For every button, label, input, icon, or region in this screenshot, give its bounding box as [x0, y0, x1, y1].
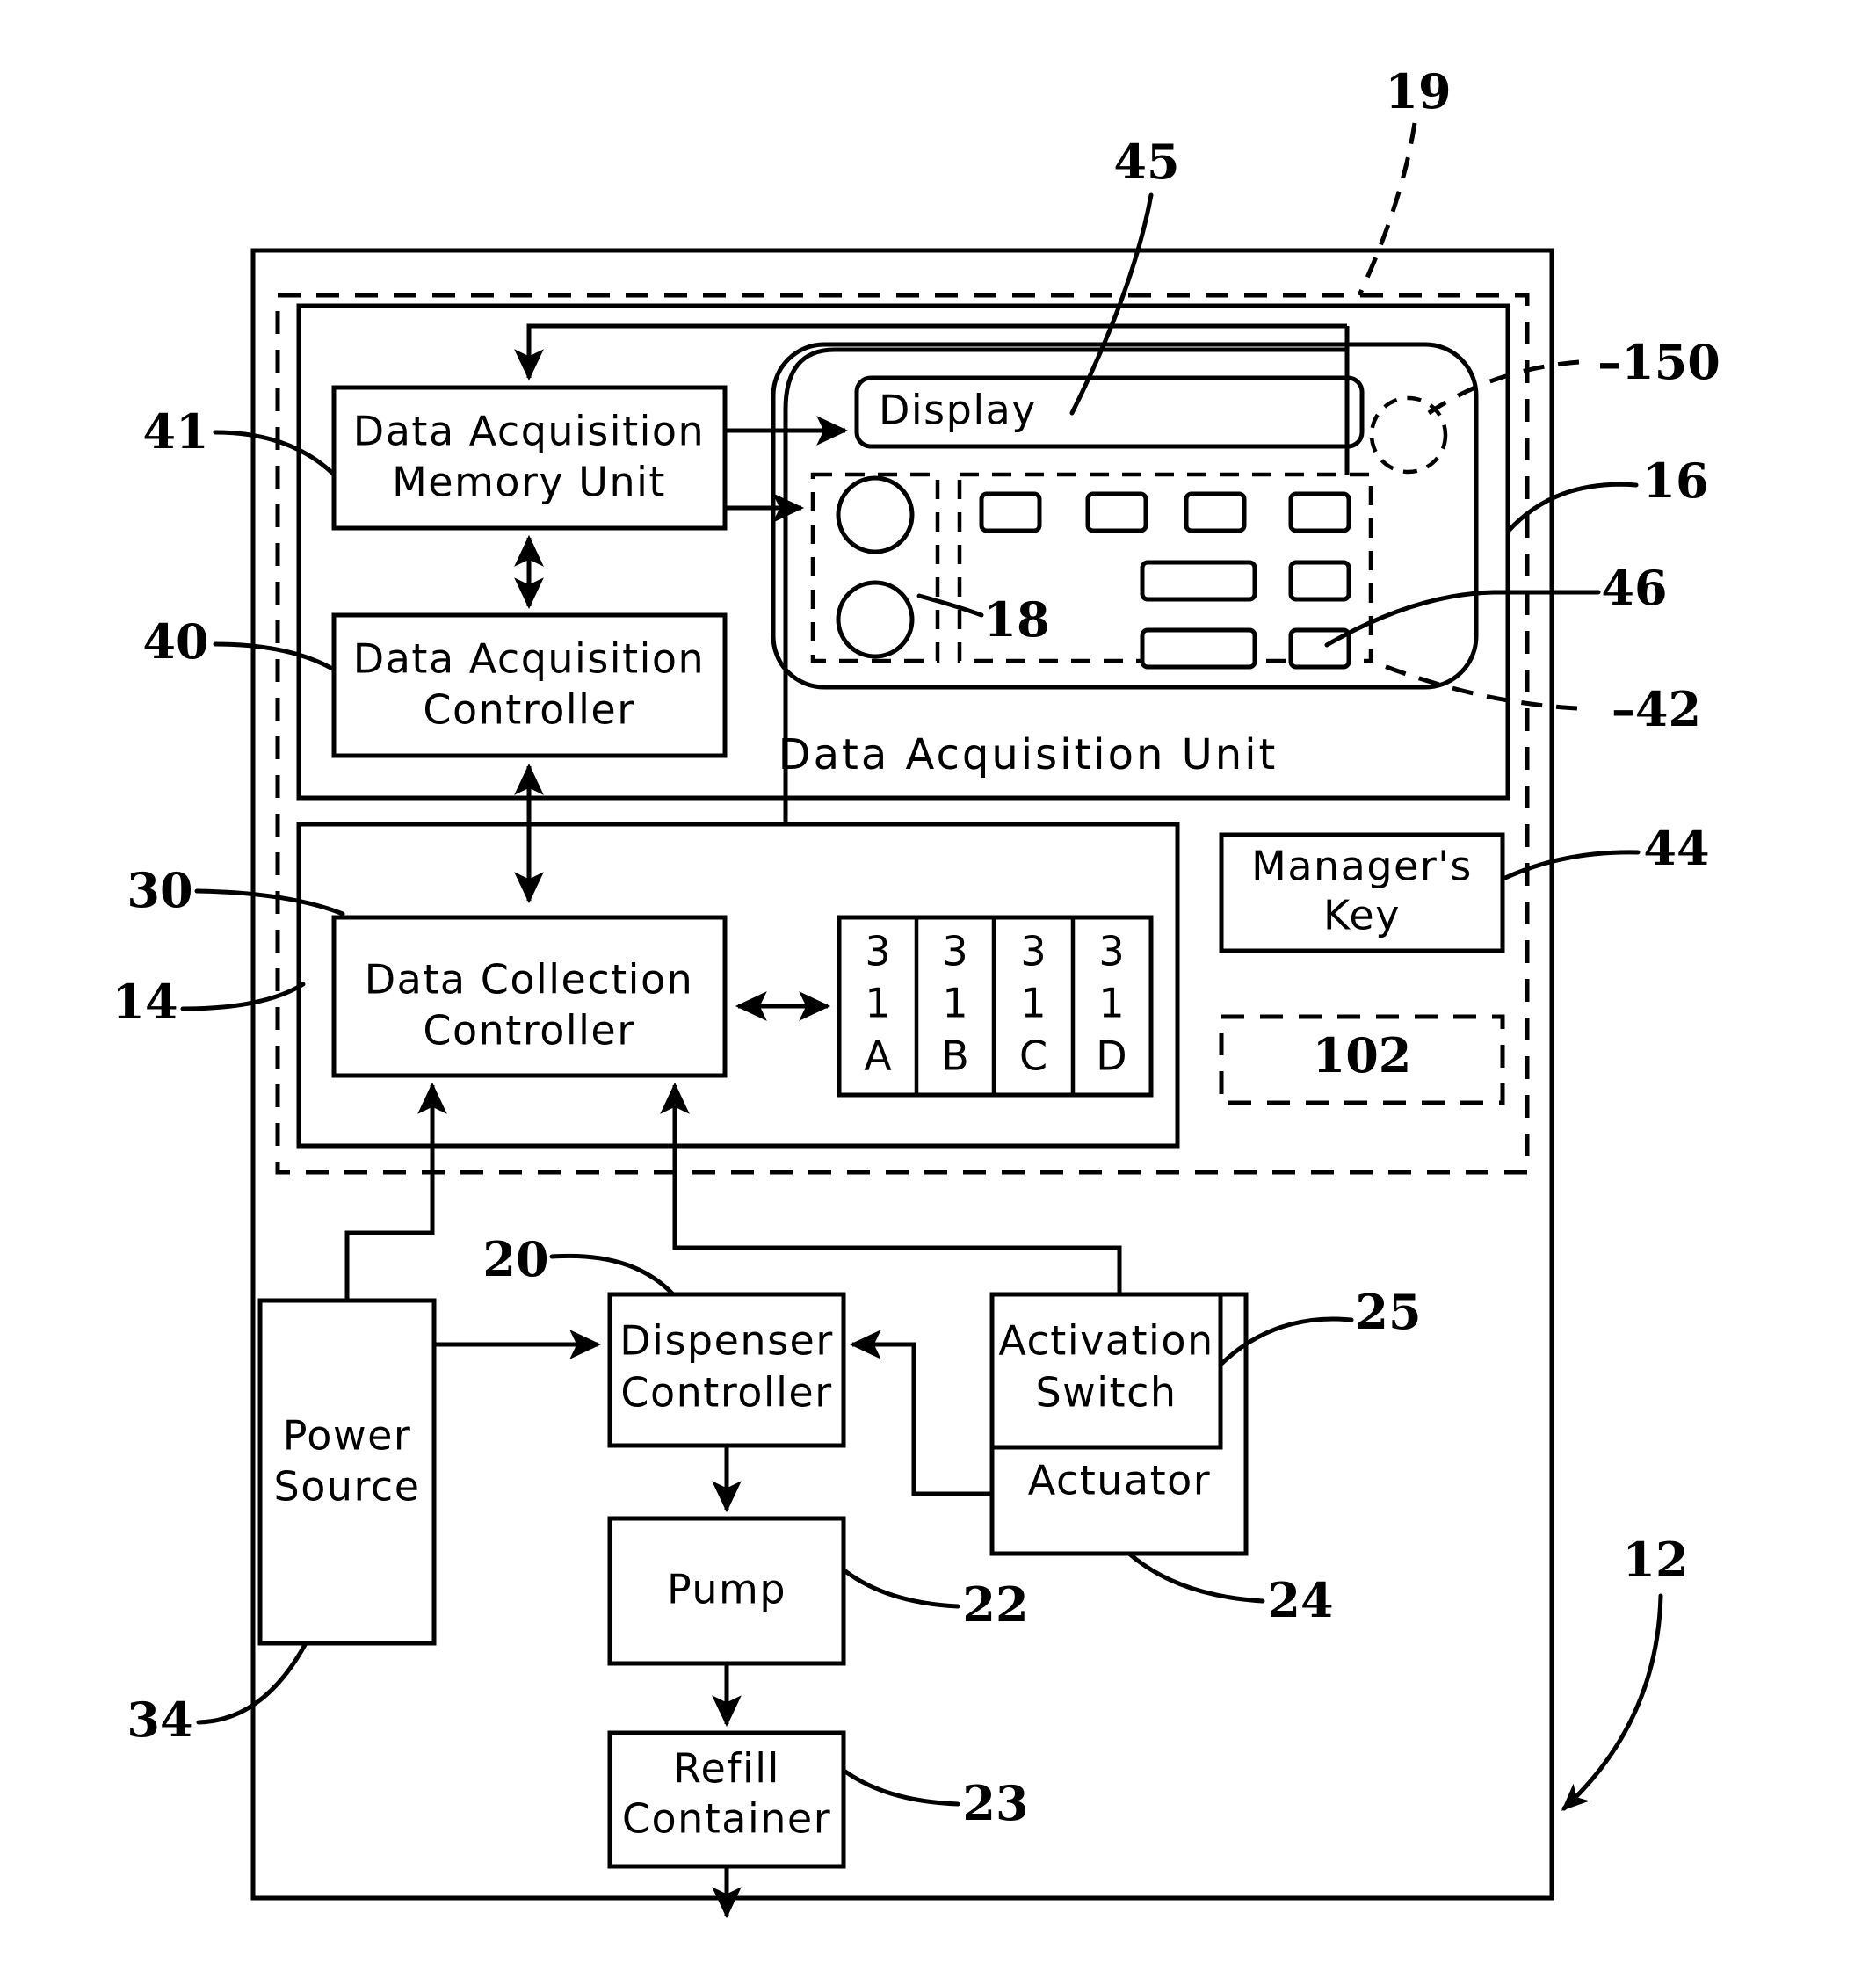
actuator-label: Actuator	[1028, 1457, 1211, 1504]
pump-label: Pump	[667, 1566, 786, 1613]
managers-key-line1: Manager's	[1251, 843, 1473, 890]
sensor-31a-d2: 1	[865, 980, 890, 1027]
data-acquisition-controller-line1: Data Acquisition	[353, 635, 705, 683]
ref-41: 41	[142, 403, 208, 460]
data-collection-controller-line1: Data Collection	[365, 956, 694, 1004]
ref-30: 30	[127, 862, 192, 918]
data-acquisition-controller-line2: Controller	[423, 686, 634, 734]
knob-lower[interactable]	[836, 580, 915, 659]
ref-20: 20	[482, 1231, 548, 1287]
keypad-button-r1c1[interactable]	[979, 491, 1042, 533]
sensor-31b-d3: B	[941, 1033, 969, 1080]
keypad-button-r1c4[interactable]	[1288, 491, 1351, 533]
ref-16: 16	[1642, 453, 1708, 509]
keypad-button-r2c4[interactable]	[1288, 560, 1351, 602]
managers-key-line2: Key	[1323, 892, 1401, 939]
ref-22: 22	[962, 1576, 1028, 1633]
sensor-31c-d2: 1	[1020, 980, 1046, 1027]
keypad-button-r1c3[interactable]	[1184, 491, 1247, 533]
display-label: Display	[879, 387, 1037, 434]
dispenser-controller-line2: Controller	[620, 1369, 832, 1417]
ref-14: 14	[112, 974, 177, 1030]
ref-45: 45	[1113, 134, 1179, 190]
ref-34: 34	[127, 1692, 192, 1748]
activation-switch-line2: Switch	[1035, 1369, 1177, 1417]
knob-upper[interactable]	[836, 475, 915, 554]
ref-150: –150	[1597, 334, 1720, 390]
power-source-line2: Source	[274, 1463, 421, 1511]
ref-44: 44	[1643, 820, 1709, 876]
ref-25: 25	[1355, 1284, 1421, 1340]
patent-figure-canvas: Data Acquisition Memory Unit Data Acquis…	[0, 0, 1876, 1971]
activation-switch-line1: Activation	[998, 1317, 1213, 1365]
refill-container-line1: Refill	[673, 1745, 780, 1793]
ref-46: 46	[1601, 560, 1667, 616]
data-acquisition-memory-unit-line2: Memory Unit	[392, 459, 666, 506]
ref-24: 24	[1267, 1572, 1333, 1628]
ref-23: 23	[962, 1775, 1028, 1831]
data-collection-controller-line2: Controller	[423, 1007, 634, 1054]
ref-19: 19	[1385, 63, 1451, 120]
block-diagram-svg: Data Acquisition Memory Unit Data Acquis…	[112, 63, 1720, 1919]
ref-18: 18	[983, 591, 1049, 648]
dashed-box-102-label: 102	[1313, 1027, 1412, 1083]
sensor-31c-d3: C	[1019, 1033, 1047, 1080]
sensor-31b-d1: 3	[942, 928, 967, 975]
data-acquisition-unit-label: Data Acquisition Unit	[779, 730, 1278, 779]
keypad-button-r3-wide[interactable]	[1140, 627, 1257, 670]
refill-container-line2: Container	[622, 1795, 831, 1843]
sensor-31d-d2: 1	[1098, 980, 1124, 1027]
sensor-31d-d1: 3	[1098, 928, 1124, 975]
data-acquisition-memory-unit-line1: Data Acquisition	[353, 408, 705, 455]
keypad-button-r2-wide[interactable]	[1140, 560, 1257, 602]
ref-40: 40	[142, 613, 208, 670]
ref-12-leader	[1561, 1593, 1663, 1811]
sensor-31a-d3: A	[864, 1033, 892, 1080]
sensor-31a-d1: 3	[865, 928, 890, 975]
ref-12: 12	[1622, 1532, 1688, 1588]
sensor-31d-d3: D	[1096, 1033, 1126, 1080]
power-source-line1: Power	[283, 1412, 412, 1460]
sensor-31c-d1: 3	[1020, 928, 1046, 975]
ref-42: –42	[1612, 681, 1701, 737]
keypad-button-r1c2[interactable]	[1085, 491, 1148, 533]
dispenser-controller-line1: Dispenser	[619, 1317, 834, 1365]
sensor-31b-d2: 1	[942, 980, 967, 1027]
